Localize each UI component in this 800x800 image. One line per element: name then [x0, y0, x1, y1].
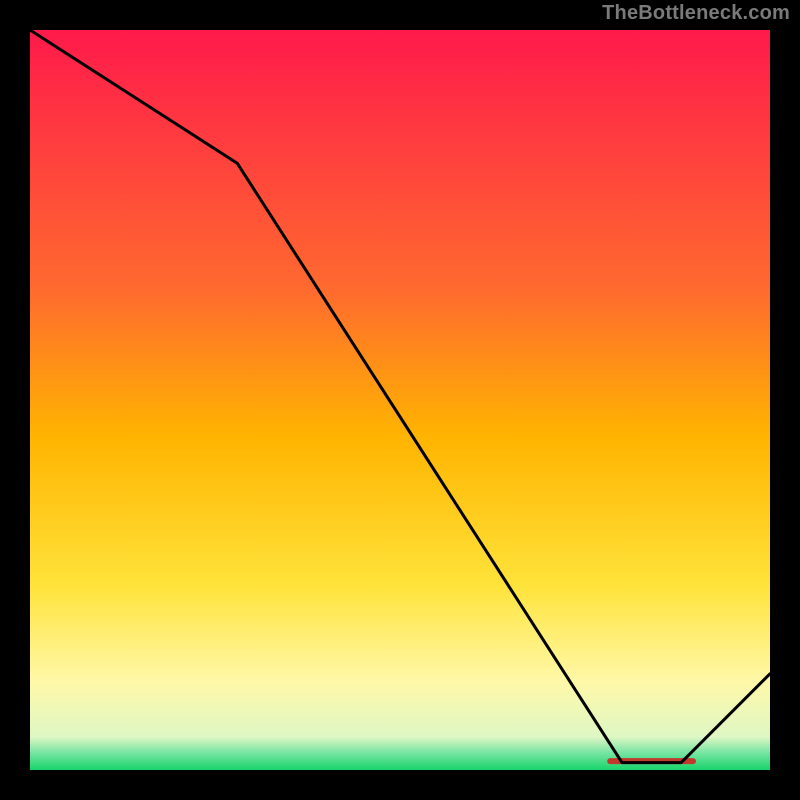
plot-background [30, 30, 770, 770]
bottleneck-chart [0, 0, 800, 800]
chart-container: TheBottleneck.com [0, 0, 800, 800]
